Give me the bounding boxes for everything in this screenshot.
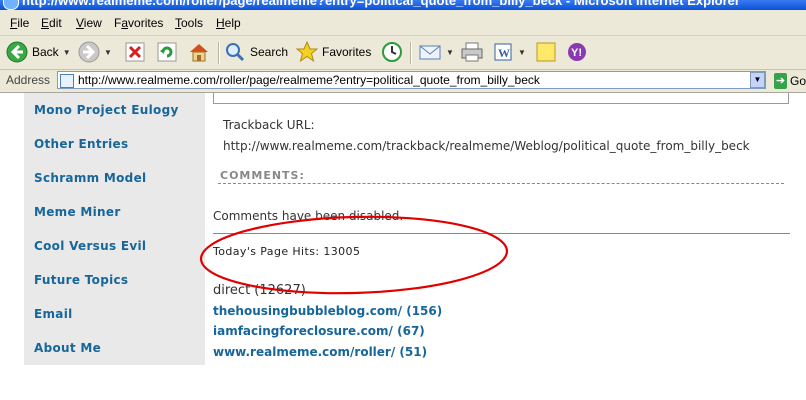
back-arrow-icon bbox=[6, 41, 28, 63]
menu-file[interactable]: File bbox=[10, 16, 29, 30]
comments-disabled-text: Comments have been disabled. bbox=[213, 209, 404, 223]
page-content: Mono Project Eulogy Other Entries Schram… bbox=[0, 93, 806, 400]
sidebar: Mono Project Eulogy Other Entries Schram… bbox=[24, 93, 205, 365]
stop-icon bbox=[125, 42, 145, 62]
forward-arrow-icon bbox=[78, 41, 100, 63]
menu-edit[interactable]: Edit bbox=[41, 16, 62, 30]
edit-dropdown-icon[interactable]: ▼ bbox=[518, 48, 526, 57]
address-url: http://www.realmeme.com/roller/page/real… bbox=[78, 73, 540, 87]
address-label: Address bbox=[6, 73, 51, 87]
content-box-bottom bbox=[213, 93, 789, 104]
address-dropdown-icon[interactable]: ▼ bbox=[750, 72, 765, 88]
sticky-note-icon bbox=[536, 42, 556, 62]
sidebar-item-schramm-model[interactable]: Schramm Model bbox=[34, 171, 146, 185]
mail-dropdown-icon[interactable]: ▼ bbox=[446, 48, 454, 57]
favorites-button[interactable]: Favorites bbox=[296, 40, 371, 64]
messenger-icon: Y! bbox=[568, 43, 586, 61]
mail-icon bbox=[419, 45, 441, 60]
sidebar-item-about-me[interactable]: About Me bbox=[34, 341, 101, 355]
page-hits-counter: Today's Page Hits: 13005 bbox=[213, 245, 361, 258]
address-input[interactable]: http://www.realmeme.com/roller/page/real… bbox=[57, 71, 766, 89]
discuss-button[interactable] bbox=[534, 40, 558, 64]
back-dropdown-icon[interactable]: ▼ bbox=[63, 48, 71, 57]
edit-button[interactable]: W ▼ bbox=[492, 40, 526, 64]
go-arrow-icon: ➔ bbox=[774, 73, 787, 89]
word-edit-icon: W bbox=[494, 43, 512, 61]
menu-favorites[interactable]: Favorites bbox=[114, 16, 163, 30]
menu-help[interactable]: Help bbox=[216, 16, 241, 30]
sidebar-item-other-entries[interactable]: Other Entries bbox=[34, 137, 128, 151]
trackback-label: Trackback URL: bbox=[223, 118, 315, 132]
svg-text:Y!: Y! bbox=[571, 47, 582, 59]
refresh-button[interactable] bbox=[156, 40, 178, 64]
toolbar: Back ▼ ▼ Search Favorites ▼ W ▼ Y! bbox=[0, 36, 806, 70]
referrer-link[interactable]: iamfacingforeclosure.com/ (67) bbox=[213, 324, 425, 338]
address-bar: Address http://www.realmeme.com/roller/p… bbox=[0, 70, 806, 93]
title-bar: http://www.realmeme.com/roller/page/real… bbox=[0, 0, 806, 10]
back-button[interactable]: Back ▼ bbox=[6, 40, 71, 64]
menu-tools[interactable]: Tools bbox=[175, 16, 203, 30]
sidebar-item-email[interactable]: Email bbox=[34, 307, 73, 321]
sidebar-item-meme-miner[interactable]: Meme Miner bbox=[34, 205, 121, 219]
sidebar-item-cool-versus-evil[interactable]: Cool Versus Evil bbox=[34, 239, 146, 253]
menu-bar: File Edit View Favorites Tools Help bbox=[0, 10, 806, 36]
forward-button[interactable]: ▼ bbox=[78, 40, 112, 64]
home-icon bbox=[190, 44, 208, 62]
trackback-url: http://www.realmeme.com/trackback/realme… bbox=[223, 139, 750, 153]
refresh-icon bbox=[157, 42, 177, 62]
svg-text:W: W bbox=[498, 46, 510, 60]
print-icon bbox=[461, 42, 483, 62]
divider bbox=[213, 233, 790, 234]
menu-view[interactable]: View bbox=[76, 16, 102, 30]
go-button[interactable]: ➔ Go bbox=[774, 72, 806, 90]
mail-button[interactable]: ▼ bbox=[418, 40, 454, 64]
forward-dropdown-icon[interactable]: ▼ bbox=[104, 48, 112, 57]
history-button[interactable] bbox=[380, 40, 404, 64]
print-button[interactable] bbox=[460, 40, 484, 64]
referrer-link[interactable]: www.realmeme.com/roller/ (51) bbox=[213, 345, 427, 359]
sidebar-item-mono-project-eulogy[interactable]: Mono Project Eulogy bbox=[34, 103, 179, 117]
search-button[interactable]: Search bbox=[224, 40, 288, 64]
favorites-star-icon bbox=[296, 41, 318, 63]
history-icon bbox=[382, 42, 402, 62]
search-icon bbox=[226, 43, 245, 62]
ie-icon bbox=[3, 0, 19, 10]
window-title: http://www.realmeme.com/roller/page/real… bbox=[22, 0, 740, 8]
direct-referrer-count: direct (12627) bbox=[213, 283, 306, 298]
page-icon bbox=[60, 74, 74, 88]
sidebar-item-future-topics[interactable]: Future Topics bbox=[34, 273, 128, 287]
referrer-link[interactable]: thehousingbubbleblog.com/ (156) bbox=[213, 304, 442, 318]
comments-header: COMMENTS: bbox=[218, 169, 784, 184]
stop-button[interactable] bbox=[124, 40, 146, 64]
home-button[interactable] bbox=[187, 40, 211, 64]
messenger-button[interactable]: Y! bbox=[565, 40, 589, 64]
